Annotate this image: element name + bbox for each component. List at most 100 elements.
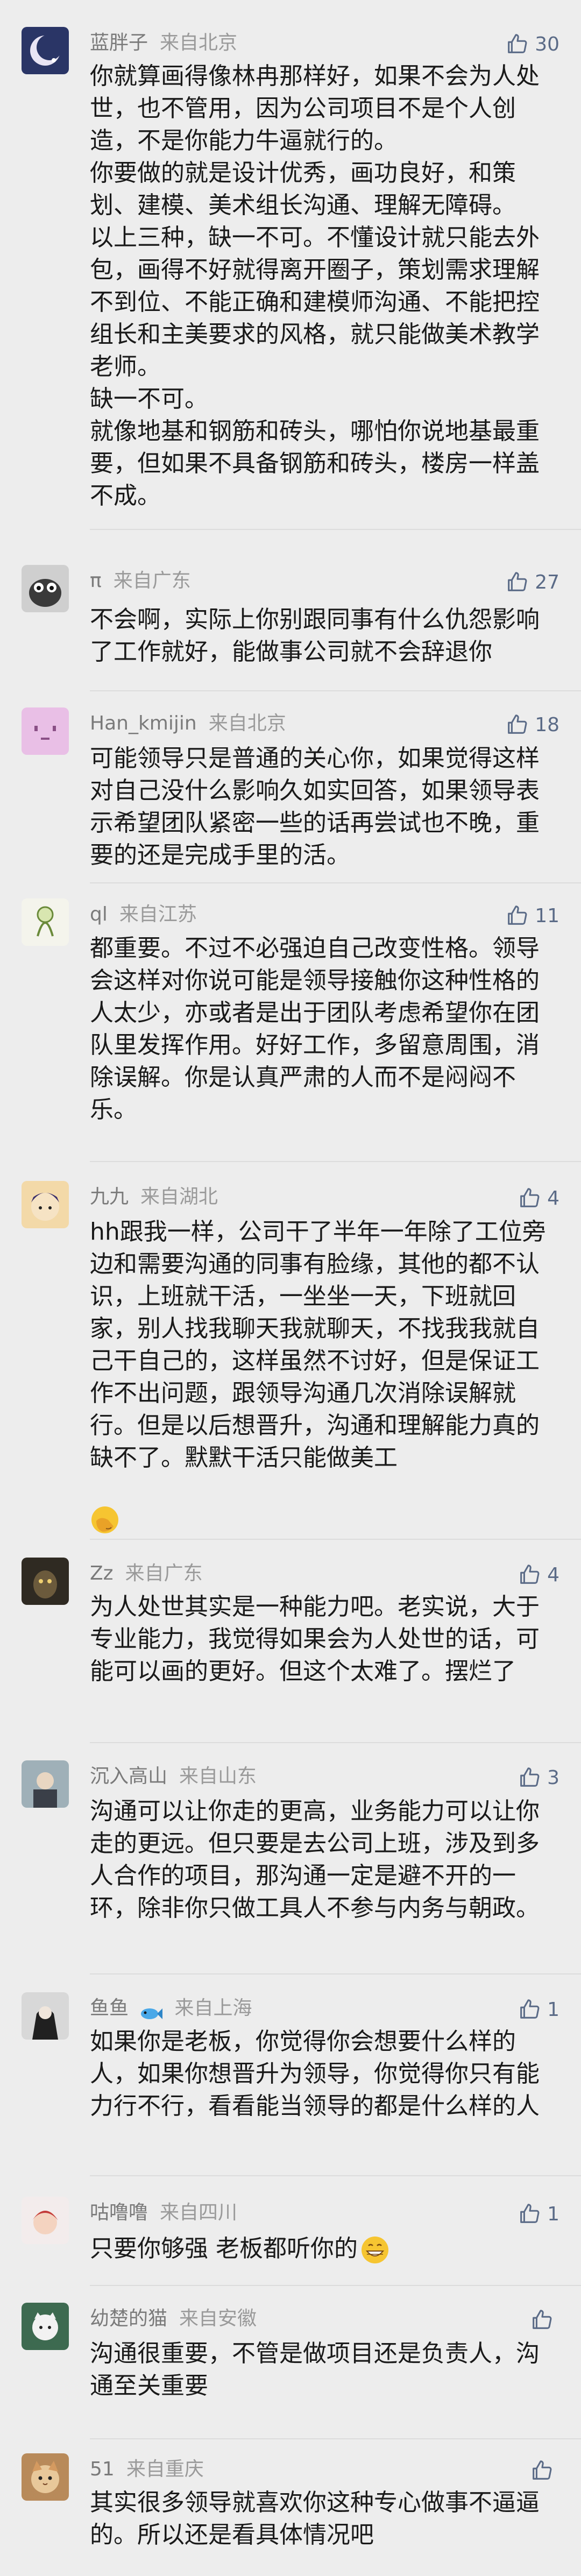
like-count: 27 [535, 571, 559, 593]
location: 来自山东 [179, 1765, 257, 1787]
like-count: 1 [547, 1998, 559, 2021]
comment-text: hh跟我一样，公司干了半年一年除了工位旁边和需要沟通的同事有脸缘，其他的都不认识… [90, 1218, 546, 1471]
comment-text: 你就算画得像林冉那样好，如果不会为人处世，也不管用，因为公司项目不是个人创造，不… [90, 62, 540, 509]
location: 来自四川 [160, 2202, 238, 2224]
comment-text: 不会啊，实际上你别跟同事有什么仇怨影响了工作就好，能做事公司就不会辞退你 [90, 606, 540, 666]
location: 来自重庆 [126, 2458, 204, 2480]
avatar[interactable] [22, 898, 69, 946]
comment-meta: π 来自广东 [90, 565, 191, 597]
thumbs-up-icon [505, 32, 529, 56]
divider [90, 690, 581, 691]
username[interactable]: Zz [90, 1562, 114, 1584]
divider [90, 1161, 581, 1162]
comment-meta: 51 来自重庆 [90, 2453, 204, 2486]
comment-text: 如果你是老板，你觉得你会想要什么样的人，如果你想晋升为领导，你觉得你只有能力行不… [90, 2028, 540, 2120]
fish-emoji-icon [139, 2000, 163, 2019]
comment-text-body: 只要你够强 老板都听你的 [90, 2235, 358, 2262]
like-button[interactable]: 11 [505, 901, 559, 931]
comment-meta: 幼楚的猫 来自安徽 [90, 2303, 257, 2335]
location: 来自上海 [174, 1997, 252, 2019]
divider [90, 529, 581, 530]
grinning-emoji-icon [360, 2235, 390, 2265]
comment-text: 可能领导只是普通的关心你，如果觉得这样对自己没什么影响久如实回答，如果领导表示希… [90, 745, 540, 869]
thumbs-up-icon [529, 2458, 554, 2483]
like-count: 18 [535, 713, 559, 736]
comment-meta: 咕噜噜 来自四川 [90, 2197, 237, 2229]
avatar[interactable] [22, 27, 69, 74]
location: 来自北京 [160, 32, 238, 54]
divider [90, 2285, 581, 2286]
avatar[interactable] [22, 1181, 69, 1228]
divider [90, 2438, 581, 2439]
thumbs-up-icon [505, 712, 529, 737]
avatar[interactable] [22, 1992, 69, 2040]
location: 来自广东 [113, 570, 191, 592]
like-count: 3 [547, 1766, 559, 1789]
avatar[interactable] [22, 2303, 69, 2350]
like-button[interactable]: 18 [505, 710, 559, 740]
location: 来自北京 [208, 712, 286, 734]
like-button[interactable]: 1 [517, 1994, 559, 2025]
avatar[interactable] [22, 2453, 69, 2501]
avatar[interactable] [22, 707, 69, 755]
comment-meta: 沉入高山 来自山东 [90, 1760, 257, 1793]
thumbs-up-icon [517, 2202, 542, 2226]
username[interactable]: 蓝胖子 [90, 32, 148, 54]
username[interactable]: 鱼鱼 [90, 1997, 129, 2019]
comment-text: 沟通很重要，不管是做项目还是负责人，沟通至关重要 [90, 2340, 540, 2400]
avatar[interactable] [22, 565, 69, 612]
thumbs-up-icon [517, 1562, 542, 1587]
divider [90, 2175, 581, 2176]
thumbs-up-icon [529, 2308, 554, 2332]
like-count: 1 [547, 2203, 559, 2225]
comment-meta: 鱼鱼 来自上海 [90, 1992, 252, 2025]
like-button[interactable]: 4 [517, 1560, 559, 1590]
location: 来自安徽 [179, 2308, 257, 2330]
location: 来自江苏 [119, 903, 197, 925]
comment-meta: Zz 来自广东 [90, 1558, 203, 1590]
comment-meta: Han_kmijin 来自北京 [90, 707, 286, 740]
username[interactable]: 九九 [90, 1186, 129, 1208]
like-button[interactable] [529, 2455, 559, 2486]
comment-meta: 九九 来自湖北 [90, 1181, 218, 1213]
divider [90, 1539, 581, 1540]
divider [90, 882, 581, 883]
avatar[interactable] [22, 1558, 69, 1605]
comment-text: 其实很多领导就喜欢你这种专心做事不逼逼的。所以还是看具体情况吧 [90, 2489, 540, 2549]
comment-text: 只要你够强 老板都听你的 [90, 2233, 547, 2265]
avatar[interactable] [22, 1760, 69, 1808]
like-count: 4 [547, 1187, 559, 1209]
location: 来自广东 [125, 1562, 203, 1584]
username[interactable]: 51 [90, 2458, 115, 2480]
like-count: 30 [535, 33, 559, 55]
thumbs-up-icon [505, 570, 529, 595]
like-count: 11 [535, 904, 559, 927]
divider [90, 1742, 581, 1743]
avatar[interactable] [22, 2197, 69, 2244]
divider [90, 1973, 581, 1975]
username[interactable]: 咕噜噜 [90, 2202, 148, 2224]
thumbs-up-icon [505, 903, 529, 928]
comment-text: 都重要。不过不必强迫自己改变性格。领导会这样对你说可能是领导接触你这种性格的人太… [90, 935, 540, 1123]
like-count: 4 [547, 1563, 559, 1586]
username[interactable]: ql [90, 903, 108, 925]
thumbs-up-icon [517, 1186, 542, 1211]
username[interactable]: 幼楚的猫 [90, 2308, 167, 2330]
like-button[interactable]: 30 [505, 29, 559, 59]
like-button[interactable] [529, 2305, 559, 2335]
location: 来自湖北 [140, 1186, 218, 1208]
comment-text: 为人处世其实是一种能力吧。老实说，大于专业能力，我觉得如果会为人处世的话，可能可… [90, 1593, 540, 1685]
facepalm-emoji-icon [90, 1505, 120, 1535]
comment-text: 沟通可以让你走的更高，业务能力可以让你走的更远。但只要是去公司上班，涉及到多人合… [90, 1797, 540, 1922]
username[interactable]: 沉入高山 [90, 1765, 167, 1787]
thumbs-up-icon [517, 1997, 542, 2022]
thumbs-up-icon [517, 1765, 542, 1790]
like-button[interactable]: 3 [517, 1763, 559, 1793]
comment-meta: ql 来自江苏 [90, 898, 197, 931]
comment-meta: 蓝胖子 来自北京 [90, 27, 237, 59]
username[interactable]: Han_kmijin [90, 712, 197, 734]
like-button[interactable]: 4 [517, 1183, 559, 1213]
like-button[interactable]: 1 [517, 2199, 559, 2229]
like-button[interactable]: 27 [505, 567, 559, 597]
username[interactable]: π [90, 570, 102, 592]
